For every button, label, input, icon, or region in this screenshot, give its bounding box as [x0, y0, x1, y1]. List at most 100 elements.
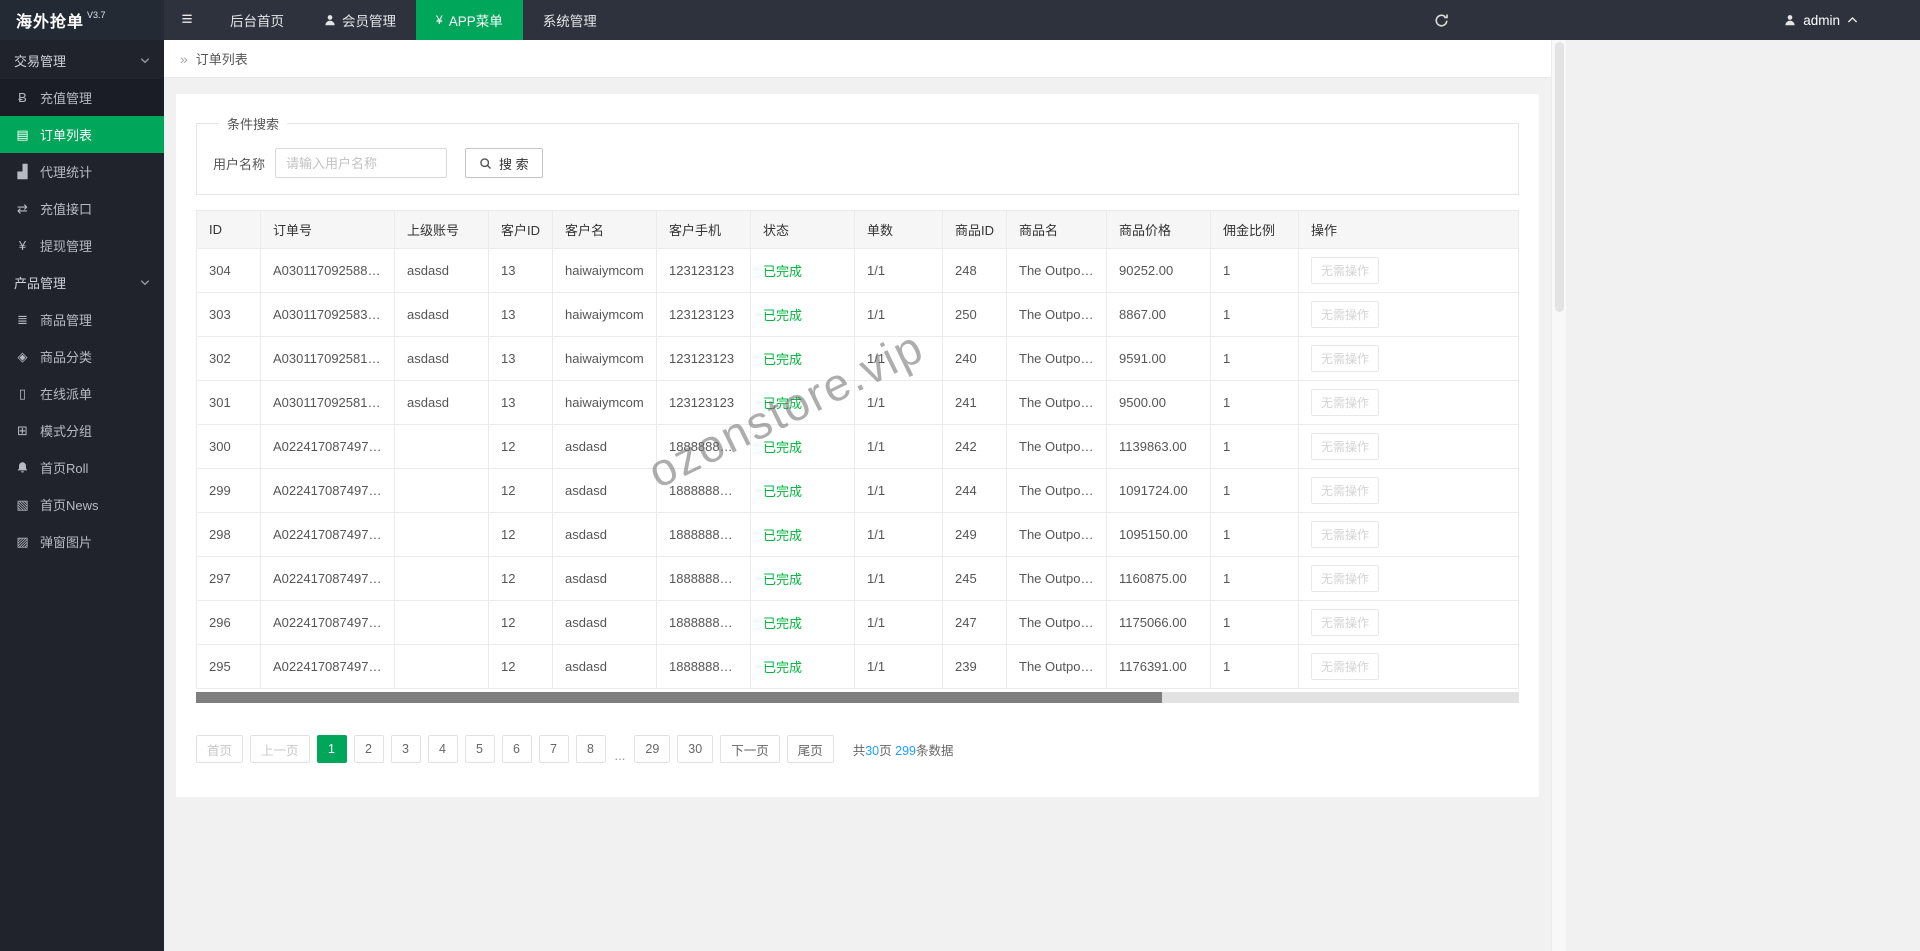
sidebar-item-recharge-management[interactable]: Ƀ 充值管理 [0, 79, 164, 116]
sidebar-item-agent-stats[interactable]: ▟ 代理统计 [0, 153, 164, 190]
chevron-down-icon [140, 279, 150, 286]
cell-order_no: A03011709258154228 [260, 336, 395, 381]
sidebar-item-goods-category[interactable]: ◈ 商品分类 [0, 338, 164, 375]
cell-customer_id: 12 [488, 600, 553, 645]
summary-number: 30 [865, 743, 880, 758]
page-first-button[interactable]: 首页 [196, 735, 244, 763]
cell-price: 1139863.00 [1106, 424, 1211, 469]
cell-customer_id: 13 [488, 380, 553, 425]
page-next-button[interactable]: 下一页 [720, 735, 780, 763]
page-8-button[interactable]: 8 [575, 735, 606, 763]
summary-text: 条数据 [915, 743, 954, 758]
page-29-button[interactable]: 29 [634, 735, 671, 763]
cell-price: 1091724.00 [1106, 468, 1211, 513]
page-5-button[interactable]: 5 [464, 735, 495, 763]
column-header: 商品ID [942, 210, 1007, 249]
nav-members[interactable]: 会员管理 [304, 0, 416, 40]
horizontal-scrollbar[interactable] [196, 692, 1519, 703]
cell-commission: 1 [1210, 556, 1299, 601]
cell-customer_id: 12 [488, 468, 553, 513]
nav-home[interactable]: 后台首页 [210, 0, 304, 40]
page-2-button[interactable]: 2 [353, 735, 384, 763]
cell-customer_phone: 18888888888 [656, 424, 751, 469]
bitcoin-icon: Ƀ [18, 90, 27, 105]
vertical-scrollbar-thumb[interactable] [1555, 42, 1564, 312]
vertical-scrollbar[interactable] [1551, 40, 1566, 951]
yen-icon: ¥ [436, 13, 443, 27]
page-30-button[interactable]: 30 [677, 735, 714, 763]
sidebar-item-order-list[interactable]: ▤ 订单列表 [0, 116, 164, 153]
cell-id: 304 [196, 248, 261, 293]
topbar: 海外抢单 V3.7 ≡ 后台首页 会员管理 ¥ APP菜单 系统管理 admin [0, 0, 1920, 40]
cell-product_id: 240 [942, 336, 1007, 381]
product-management-label: 产品管理 [14, 276, 67, 291]
cell-action: 无需操作 [1298, 248, 1519, 293]
sidebar-item-label: 在线派单 [40, 387, 93, 402]
sidebar-item-home-roll[interactable]: 首页Roll [0, 449, 164, 486]
cell-id: 297 [196, 556, 261, 601]
sidebar-item-mode-group[interactable]: ⊞ 模式分组 [0, 412, 164, 449]
status-badge: 已完成 [763, 308, 803, 323]
page-4-button[interactable]: 4 [427, 735, 458, 763]
user-menu[interactable]: admin [1784, 13, 1920, 28]
phone-icon: ▯ [18, 385, 27, 401]
page-6-button[interactable]: 6 [501, 735, 532, 763]
sidebar-item-goods-management[interactable]: ≣ 商品管理 [0, 301, 164, 338]
cell-customer_id: 13 [488, 336, 553, 381]
cell-count: 1/1 [854, 380, 943, 425]
refresh-icon[interactable] [1434, 13, 1449, 28]
cell-status: 已完成 [750, 468, 855, 513]
cell-count: 1/1 [854, 248, 943, 293]
search-button[interactable]: 搜 索 [465, 148, 543, 178]
status-badge: 已完成 [763, 484, 803, 499]
cell-customer_name: haiwaiymcom [552, 248, 657, 293]
cell-price: 9591.00 [1106, 336, 1211, 381]
sidebar-group-trade-management[interactable]: 交易管理 [0, 42, 164, 79]
page-prev-button[interactable]: 上一页 [250, 735, 310, 763]
column-header: 商品价格 [1106, 210, 1211, 249]
page-1-button[interactable]: 1 [316, 735, 347, 763]
page-last-button[interactable]: 尾页 [786, 735, 834, 763]
cell-action: 无需操作 [1298, 512, 1519, 557]
cell-commission: 1 [1210, 424, 1299, 469]
sidebar-item-home-news[interactable]: ▧ 首页News [0, 486, 164, 523]
orders-table: ID 订单号 上级账号 客户ID 客户名 客户手机 状态 单数 商品ID 商品名 商品价格 佣金比例操… [196, 210, 1519, 689]
cell-order_no: A03011709258836615 [260, 248, 395, 293]
menu-toggle-icon[interactable]: ≡ [164, 0, 210, 40]
cell-customer_phone: 123123123 [656, 380, 751, 425]
page-7-button[interactable]: 7 [538, 735, 569, 763]
sidebar-item-online-dispatch[interactable]: ▯ 在线派单 [0, 375, 164, 412]
bell-icon [14, 461, 31, 474]
cell-product_id: 242 [942, 424, 1007, 469]
table-row: 296 A02241708749717339 12 asdasd 18888888888… [196, 600, 1519, 645]
sidebar-item-withdraw-management[interactable]: ¥ 提现管理 [0, 227, 164, 264]
chevron-up-icon [1847, 16, 1858, 24]
sidebar-group-product-management[interactable]: 产品管理 [0, 264, 164, 301]
sidebar-item-label: 模式分组 [40, 424, 93, 439]
nav-app-menu[interactable]: ¥ APP菜单 [416, 0, 523, 40]
cell-commission: 1 [1210, 336, 1299, 381]
username: admin [1803, 12, 1840, 28]
cell-id: 303 [196, 292, 261, 337]
cell-customer_name: asdasd [552, 556, 657, 601]
page-3-button[interactable]: 3 [390, 735, 421, 763]
cell-id: 299 [196, 468, 261, 513]
sidebar-item-recharge-api[interactable]: ⇄ 充值接口 [0, 190, 164, 227]
cell-customer_phone: 123123123 [656, 248, 751, 293]
sidebar-item-popup-image[interactable]: ▨ 弹窗图片 [0, 523, 164, 560]
horizontal-scrollbar-thumb[interactable] [196, 692, 1162, 703]
nav-members-label: 会员管理 [342, 14, 396, 29]
cell-customer_id: 13 [488, 292, 553, 337]
status-badge: 已完成 [763, 660, 803, 675]
username-search-input[interactable] [275, 148, 448, 178]
breadcrumb: » 订单列表 [164, 40, 1551, 78]
cell-customer_name: haiwaiymcom [552, 380, 657, 425]
nav-system[interactable]: 系统管理 [523, 0, 617, 40]
cell-parent_account [394, 468, 489, 513]
sidebar-item-label: 首页News [40, 498, 99, 513]
column-header: 客户手机 [656, 210, 751, 249]
cell-order_no: A02241708749716653 [260, 644, 395, 689]
cell-parent_account: asdasd [394, 336, 489, 381]
cell-product_id: 250 [942, 292, 1007, 337]
column-header: 商品名 [1006, 210, 1107, 249]
